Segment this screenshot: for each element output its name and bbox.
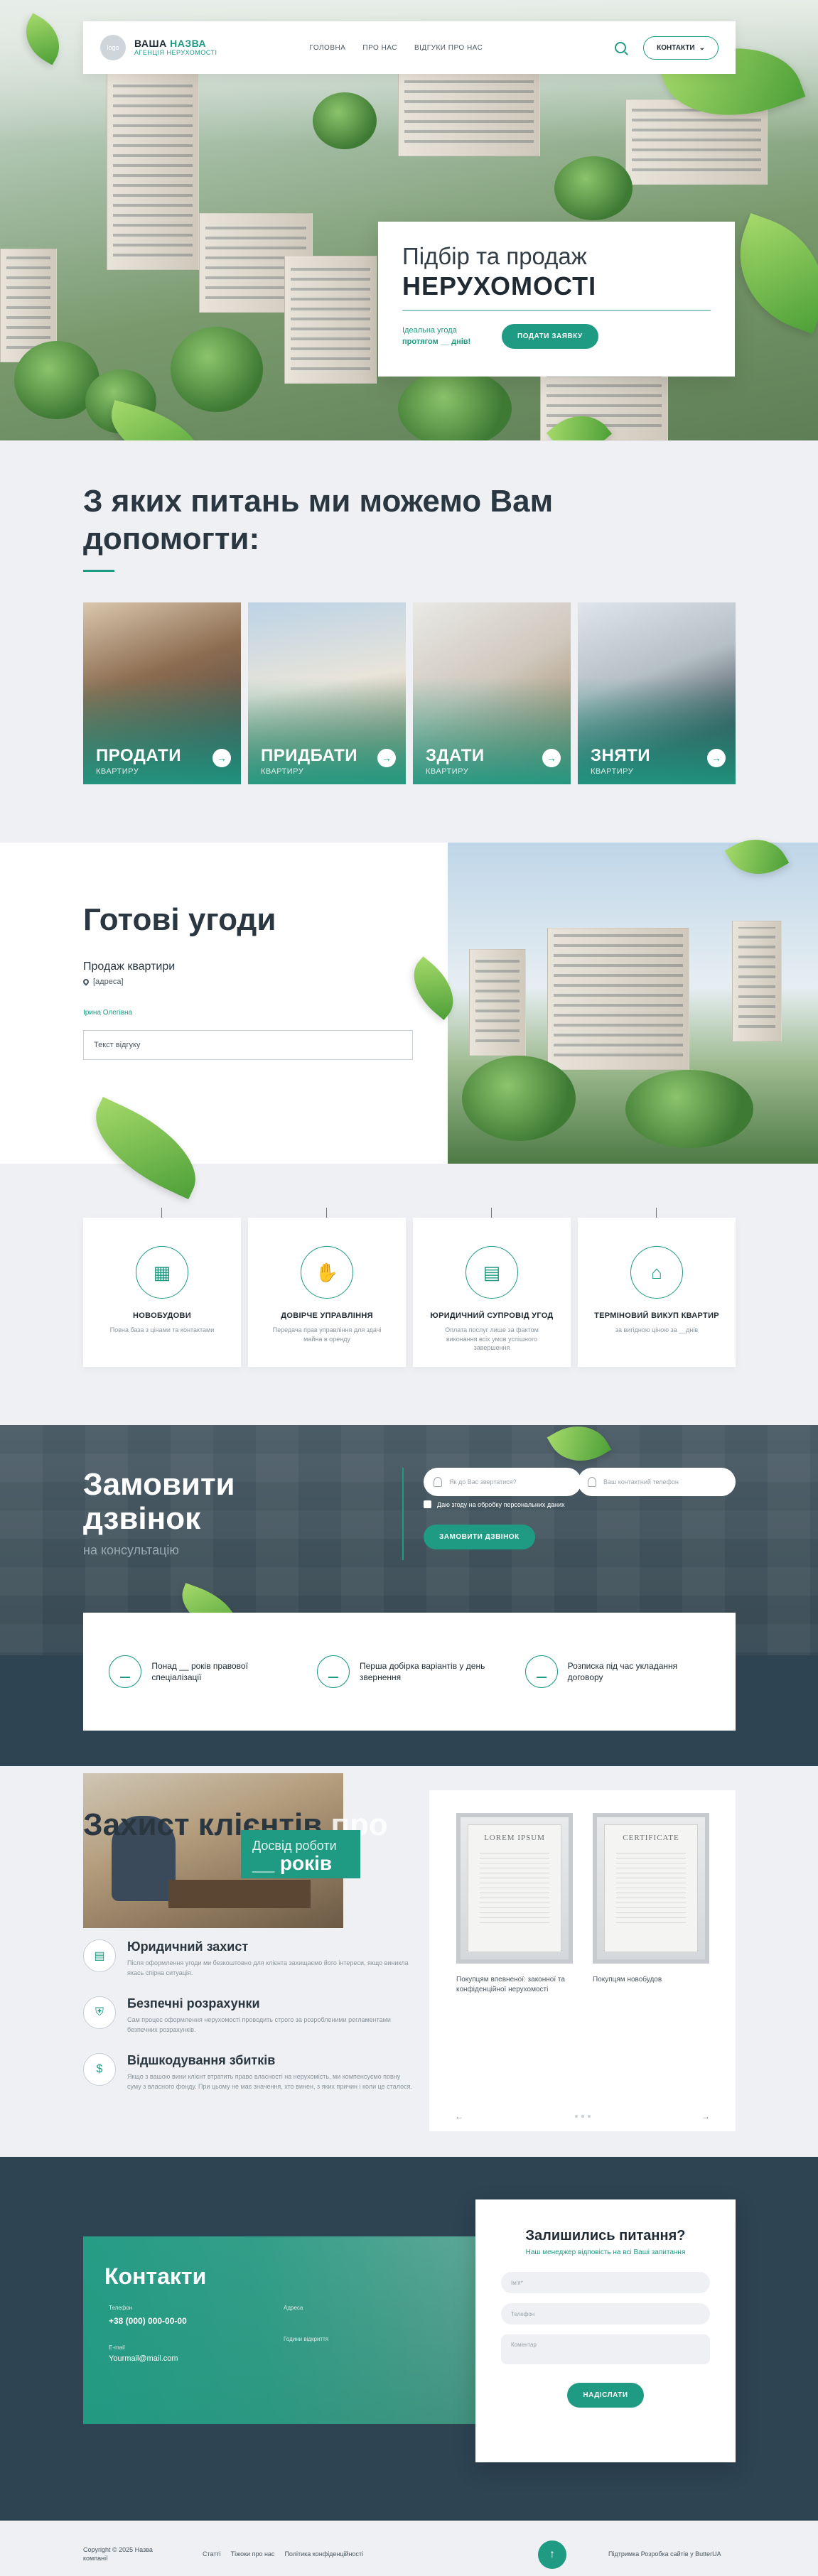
comment-field[interactable]: Коментар <box>501 2334 710 2364</box>
advantages-panel: Понад __ років правової спеціалізації Пе… <box>83 1613 736 1731</box>
advantage-item: Понад __ років правової спеціалізації <box>109 1655 294 1688</box>
arrow-right-icon[interactable]: → <box>707 749 726 767</box>
document-icon: ▤ <box>83 1939 116 1972</box>
contacts-box: Контакти Телефон +38 (000) 000-00-00 Адр… <box>83 2236 475 2424</box>
building-image <box>284 256 377 384</box>
building-image <box>107 71 199 270</box>
protection-item: $ Відшкодування збитків Якщо з вашою вин… <box>83 2053 414 2091</box>
deals-title: Готові угоди <box>83 902 276 937</box>
dash-icon <box>316 1655 350 1688</box>
scroll-up-icon[interactable]: ↑ <box>538 2540 566 2569</box>
service-card-rent[interactable]: ЗНЯТИ КВАРТИРУ → <box>578 602 736 784</box>
building-image <box>398 64 540 156</box>
nav-reviews[interactable]: ВІДГУКИ ПРО НАС <box>414 44 483 52</box>
contacts-title: Контакти <box>104 2263 207 2289</box>
protection-item: ⛨ Безпечні розрахунки Сам процес оформле… <box>83 1996 414 2035</box>
hero-title-strong: НЕРУХОМОСТІ <box>402 271 597 301</box>
footer-link-articles[interactable]: Статті <box>203 2550 221 2558</box>
experience-badge: Досвід роботи __ років <box>241 1830 360 1878</box>
arrow-right-icon[interactable]: → <box>377 749 396 767</box>
dash-icon <box>524 1655 558 1688</box>
handshake-icon: ✋ <box>301 1246 353 1299</box>
chevron-down-icon: ⌄ <box>699 43 705 52</box>
document-icon: ▤ <box>465 1246 518 1299</box>
phone-link[interactable]: +38 (000) 000-00-00 <box>109 2316 187 2326</box>
nav-about[interactable]: ПРО НАС <box>362 44 397 52</box>
order-call-button[interactable]: ЗАМОВИТИ ДЗВІНОК <box>424 1525 535 1549</box>
footer-links: Статті Тіжоки про нас Політика конфіденц… <box>203 2550 363 2558</box>
logo-mark[interactable]: logo <box>100 35 126 60</box>
search-icon[interactable] <box>615 42 627 53</box>
carousel-controls: ← → <box>455 2111 710 2121</box>
certificate-image[interactable]: CERTIFICATE <box>593 1813 709 1964</box>
phone-field[interactable]: Телефон <box>501 2303 710 2325</box>
main-nav: ГОЛОВНА ПРО НАС ВІДГУКИ ПРО НАС <box>309 44 483 52</box>
deal-photo <box>448 843 818 1164</box>
arrow-right-icon[interactable]: → <box>212 749 231 767</box>
feature-card-trust-management: ✋ ДОВІРЧЕ УПРАВЛІННЯ Передача прав управ… <box>248 1218 406 1367</box>
checkbox[interactable] <box>424 1500 431 1508</box>
dash-icon <box>109 1655 142 1688</box>
footer-link-reviews[interactable]: Тіжоки про нас <box>231 2550 275 2558</box>
deal-subtitle: Продаж квартири <box>83 960 176 973</box>
certificate-caption: Покупцям впевненої: законної та конфіден… <box>456 1976 565 1993</box>
service-card-sell[interactable]: ПРОДАТИ КВАРТИРУ → <box>83 602 241 784</box>
footer-link-privacy[interactable]: Політика конфіденційності <box>284 2550 363 2558</box>
arrow-left-icon[interactable]: ← <box>455 2111 463 2121</box>
deals-section <box>0 826 818 1200</box>
site-header: logo ВАША НАЗВА АГЕНЦІЯ НЕРУХОМОСТІ ГОЛО… <box>83 21 736 74</box>
advantage-item: Перша добірка варіантів у день звернення <box>316 1655 502 1688</box>
submit-request-button[interactable]: ПОДАТИ ЗАЯВКУ <box>502 324 598 349</box>
house-key-icon: ⌂ <box>630 1246 683 1299</box>
contacts-button[interactable]: КОНТАКТИ ⌄ <box>643 36 719 60</box>
feature-card-new-buildings: ▦ НОВОБУДОВИ Повна база з цінами та конт… <box>83 1218 241 1367</box>
phone-input[interactable]: Ваш контактний телефон <box>578 1468 736 1496</box>
hero-note: Ідеальна угода протягом __ днів! <box>402 326 471 346</box>
certificate-caption: Покупцям новобудов <box>593 1976 662 1984</box>
arrow-right-icon[interactable]: → <box>701 2111 710 2121</box>
logo-text[interactable]: ВАША НАЗВА АГЕНЦІЯ НЕРУХОМОСТІ <box>134 38 217 56</box>
callback-title: Замовити дзвінок <box>83 1467 235 1537</box>
shield-icon: ⛨ <box>83 1996 116 2029</box>
carousel-dots <box>574 2115 591 2118</box>
send-button[interactable]: НАДІСЛАТИ <box>567 2383 644 2408</box>
form-title: Залишились питання? <box>525 2228 686 2244</box>
building-icon: ▦ <box>136 1246 188 1299</box>
logo-subtitle: АГЕНЦІЯ НЕРУХОМОСТІ <box>134 48 217 56</box>
money-icon: $ <box>83 2053 116 2086</box>
leaf-decoration <box>79 1096 212 1200</box>
name-field[interactable]: Ім'я* <box>501 2272 710 2293</box>
review-text-field[interactable]: Текст відгуку <box>83 1030 413 1060</box>
service-card-buy[interactable]: ПРИДБАТИ КВАРТИРУ → <box>248 602 406 784</box>
advantage-item: Розписка під час укладання договору <box>524 1655 710 1688</box>
question-form: Залишились питання? Наш менеджер відпові… <box>475 2199 736 2462</box>
service-card-rent-out[interactable]: ЗДАТИ КВАРТИРУ → <box>413 602 571 784</box>
certificate-image[interactable]: LOREM IPSUM <box>456 1813 573 1964</box>
email-link[interactable]: Yourmail@mail.com <box>109 2354 178 2363</box>
arrow-right-icon[interactable]: → <box>542 749 561 767</box>
consent-checkbox[interactable]: Даю згоду на обробку персональних даних <box>424 1500 565 1508</box>
feature-card-legal-support: ▤ ЮРИДИЧНИЙ СУПРОВІД УГОД Оплата послуг … <box>413 1218 571 1367</box>
certificates-panel: LOREM IPSUM Покупцям впевненої: законної… <box>429 1790 736 2131</box>
nav-home[interactable]: ГОЛОВНА <box>309 44 345 52</box>
hero-title: Підбір та продаж <box>402 243 587 269</box>
developer-credit[interactable]: Підтримка Розробка сайтів у ButterUA <box>608 2550 721 2558</box>
form-subtitle: Наш менеджер відповість на всі Ваші запи… <box>525 2248 686 2256</box>
deal-address: [адреса] <box>82 978 124 986</box>
services-title: З яких питань ми можемо Вам допомогти: <box>83 484 554 556</box>
name-input[interactable]: Як до Вас звертатися? <box>424 1468 581 1496</box>
divider <box>402 310 711 311</box>
reviewer-name: Ірина Олегівна <box>83 1009 133 1017</box>
feature-card-urgent-buyout: ⌂ ТЕРМІНОВИЙ ВИКУП КВАРТИР за вигідною ц… <box>578 1218 736 1367</box>
hero-card: Підбір та продаж НЕРУХОМОСТІ Ідеальна уг… <box>378 222 735 377</box>
location-pin-icon <box>82 978 90 986</box>
copyright: Copyright © 2025 Назва компанії <box>83 2546 153 2562</box>
title-underline <box>83 570 114 572</box>
protection-item: ▤ Юридичний захист Після оформлення угод… <box>83 1939 414 1978</box>
callback-subtitle: на консультацію <box>83 1543 179 1557</box>
